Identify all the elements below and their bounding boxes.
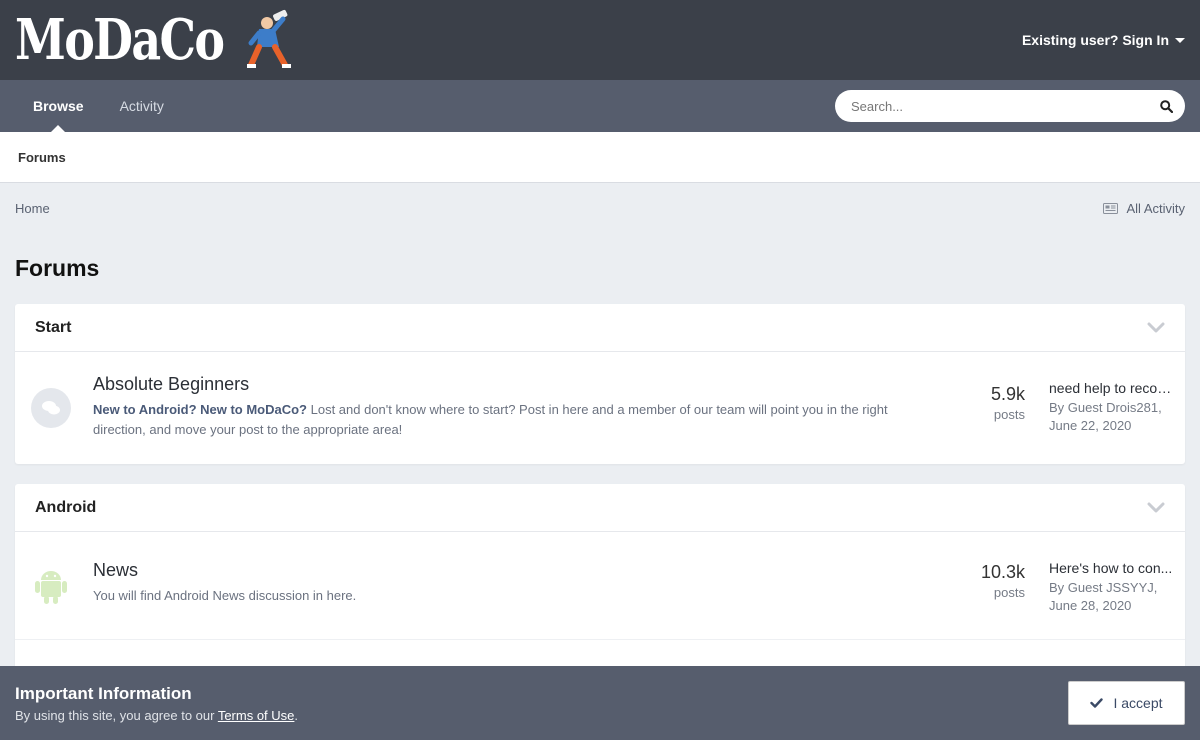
chevron-down-icon [1147,322,1165,333]
chat-bubbles-icon [31,388,71,428]
tab-activity[interactable]: Activity [102,80,182,132]
chevron-down-icon [1147,502,1165,513]
forum-row: News You will find Android News discussi… [15,532,1185,640]
forum-description: New to Android? New to MoDaCo? Lost and … [93,400,915,440]
tab-browse[interactable]: Browse [15,80,102,132]
check-icon [1090,698,1104,708]
category-header: Android [15,484,1185,532]
forum-title-link[interactable]: Absolute Beginners [93,374,915,395]
last-post-date: June 22, 2020 [1049,418,1132,433]
last-post: need help to recov... By Guest Drois281,… [1025,374,1173,435]
post-count-label: posts [993,407,1025,422]
last-post-author: By Guest JSSYYJ, [1049,580,1158,595]
page-title: Forums [15,255,100,281]
forum-description-bold: New to Android? New to MoDaCo? [93,402,307,417]
last-post-link[interactable]: Here's how to con... [1049,560,1173,576]
site-logo[interactable]: MoDaCo [15,9,293,71]
android-icon [31,566,71,606]
newspaper-icon [1103,202,1119,214]
breadcrumb: Home All Activity [0,183,1200,233]
last-post: Here's how to con... By Guest JSSYYJ, Ju… [1025,560,1173,615]
subnav-forums[interactable]: Forums [18,150,66,165]
cookie-text-suffix: . [294,707,299,723]
all-activity-label: All Activity [1126,200,1185,216]
all-activity-link[interactable]: All Activity [1103,201,1185,216]
sign-in-label: Existing user? Sign In [1021,32,1169,48]
category-header: Start [15,304,1185,352]
cookie-message: Important Information By using this site… [15,684,298,723]
search-input[interactable] [851,98,1160,114]
forum-stats: 5.9k posts [955,374,1025,422]
category-start: Start Absolute Beginners New to Android?… [15,304,1185,464]
accept-button[interactable]: I accept [1068,681,1185,725]
logo-text: MoDaCo [15,7,225,73]
sign-in-link[interactable]: Existing user? Sign In [1022,32,1185,48]
category-title: Start [35,318,72,336]
search-icon[interactable] [1160,99,1173,113]
breadcrumb-home[interactable]: Home [15,201,50,216]
cookie-text-body: By using this site, you agree to our [15,707,218,723]
mascot-icon [247,9,292,68]
last-post-author: By Guest Drois281, [1049,400,1162,415]
last-post-date: June 28, 2020 [1049,598,1132,613]
forum-title-link[interactable]: News [93,560,915,581]
forum-stats: 10.3k posts [955,560,1025,600]
forum-description: You will find Android News discussion in… [93,588,357,603]
post-count: 10.3k [980,562,1025,582]
terms-of-use-link[interactable]: Terms of Use [218,708,295,723]
forum-main: Absolute Beginners New to Android? New t… [71,374,955,440]
cookie-text: By using this site, you agree to our Ter… [15,708,298,723]
cookie-title: Important Information [15,683,192,703]
category-title: Android [35,498,97,516]
collapse-toggle[interactable] [1147,322,1165,333]
accept-label: I accept [1113,695,1163,711]
nav-tabs: Browse Activity [15,80,182,132]
forum-row: Absolute Beginners New to Android? New t… [15,352,1185,464]
cookie-banner: Important Information By using this site… [0,666,1200,740]
primary-nav: Browse Activity [0,80,1200,132]
last-post-link[interactable]: need help to recov... [1049,380,1173,396]
post-count-label: posts [993,585,1025,600]
site-header: MoDaCo Existing user? Sign In [0,0,1200,80]
forum-main: News You will find Android News discussi… [71,560,955,606]
collapse-toggle[interactable] [1147,502,1165,513]
search-box [835,90,1185,122]
caret-down-icon [1175,37,1185,43]
secondary-nav: Forums [0,132,1200,183]
post-count: 5.9k [990,384,1025,404]
